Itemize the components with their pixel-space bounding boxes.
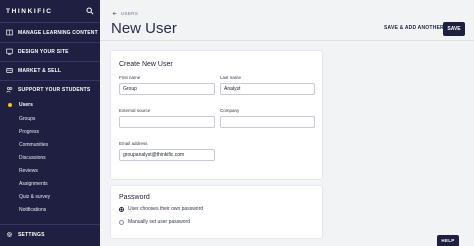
breadcrumb[interactable]: USERS — [112, 11, 138, 16]
external-source-label: External source — [119, 108, 151, 113]
breadcrumb-label: USERS — [121, 11, 139, 16]
email-field[interactable]: groupanalyst@thinkific.com — [119, 149, 215, 161]
radio-label: User chooses their own password — [128, 206, 204, 212]
create-user-card: Create New User First name Group Last na… — [111, 51, 322, 179]
sidebar-section-label: MANAGE LEARNING CONTENT — [18, 29, 98, 36]
last-name-field[interactable]: Analyst — [220, 83, 315, 95]
email-label: Email address — [119, 141, 148, 146]
save-button[interactable]: SAVE — [443, 22, 465, 36]
header-divider — [100, 40, 474, 41]
page-title: New User — [111, 20, 177, 37]
radio-selected-icon — [119, 206, 124, 212]
company-field[interactable] — [220, 116, 315, 128]
brand-logo[interactable]: THINKIFIC — [6, 8, 53, 15]
radio-unselected-icon — [119, 219, 124, 225]
first-name-label: First name — [119, 75, 141, 80]
sidebar: THINKIFIC MANAGE LEARNING CONTENT DESIGN… — [0, 0, 100, 246]
people-icon — [6, 87, 13, 93]
external-source-field[interactable] — [119, 116, 215, 128]
sidebar-section-design-your-site[interactable]: DESIGN YOUR SITE — [6, 48, 69, 55]
radio-label: Manually set user password — [128, 219, 190, 225]
sidebar-section-market-and-sell[interactable]: MARKET & SELL — [6, 67, 61, 74]
book-icon — [6, 29, 13, 36]
sidebar-section-label: MARKET & SELL — [18, 67, 62, 74]
create-user-heading: Create New User — [119, 61, 173, 68]
sidebar-section-settings[interactable]: SETTINGS — [6, 231, 45, 238]
sidebar-item-discussions[interactable]: Discussions — [19, 155, 46, 161]
tag-icon — [6, 68, 13, 73]
sidebar-section-manage-learning-content[interactable]: MANAGE LEARNING CONTENT — [6, 29, 98, 36]
sidebar-section-label: SUPPORT YOUR STUDENTS — [18, 86, 91, 93]
sidebar-section-label: SETTINGS — [18, 231, 45, 238]
password-card: Password User chooses their own password… — [111, 186, 322, 238]
sidebar-item-communities[interactable]: Communities — [19, 142, 48, 148]
company-label: Company — [220, 108, 240, 113]
sidebar-section-label: DESIGN YOUR SITE — [18, 48, 69, 55]
sidebar-item-quiz-survey[interactable]: Quiz & survey — [19, 194, 50, 200]
password-heading: Password — [119, 194, 150, 201]
sidebar-divider — [0, 61, 100, 62]
first-name-field[interactable]: Group — [119, 83, 215, 95]
sidebar-item-groups[interactable]: Groups — [19, 116, 35, 122]
sidebar-item-notifications[interactable]: Notifications — [19, 207, 46, 213]
radio-manually-set-password[interactable]: Manually set user password — [119, 219, 190, 225]
sidebar-item-users[interactable]: Users — [19, 102, 33, 108]
last-name-label: Last name — [220, 75, 242, 80]
back-arrow-icon — [112, 11, 117, 16]
sidebar-divider — [0, 80, 100, 81]
sidebar-divider — [0, 224, 100, 225]
sidebar-divider — [0, 42, 100, 43]
gear-icon — [6, 231, 13, 238]
search-icon[interactable] — [86, 7, 94, 15]
sidebar-item-assignments[interactable]: Assignments — [19, 181, 48, 187]
radio-user-chooses-password[interactable]: User chooses their own password — [119, 206, 203, 212]
sidebar-item-progress[interactable]: Progress — [19, 129, 39, 135]
active-indicator-dot — [8, 103, 12, 107]
help-button[interactable]: HELP — [437, 235, 459, 246]
sidebar-section-support-your-students[interactable]: SUPPORT YOUR STUDENTS — [6, 86, 90, 93]
sidebar-divider — [0, 22, 100, 23]
sidebar-item-reviews[interactable]: Reviews — [19, 168, 38, 174]
brush-icon — [6, 48, 13, 55]
save-and-add-another-button[interactable]: SAVE & ADD ANOTHER — [384, 25, 444, 31]
